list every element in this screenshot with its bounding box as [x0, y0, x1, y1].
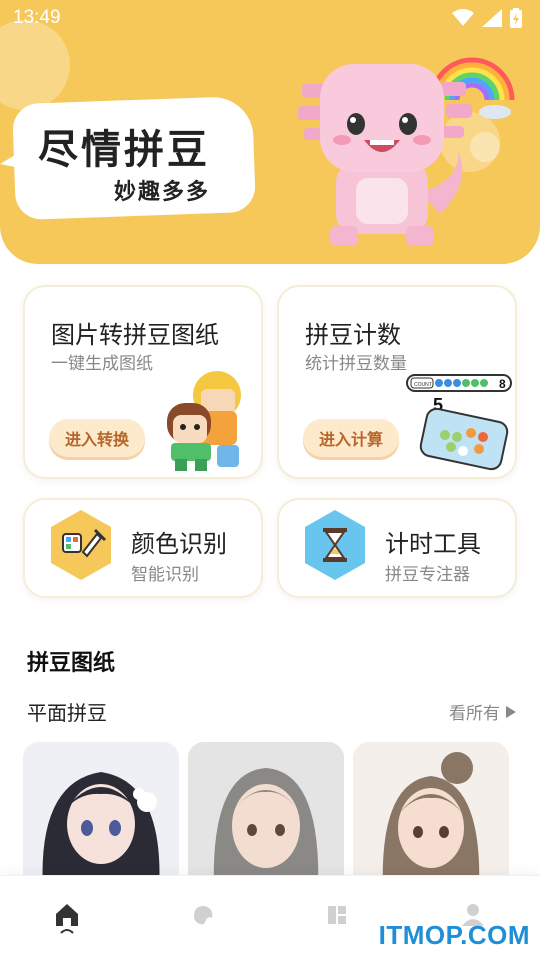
count-subtitle: 统计拼豆数量: [305, 354, 407, 374]
status-bar: 13:49: [0, 0, 540, 36]
pattern-thumbnail[interactable]: [188, 742, 344, 892]
see-all-label: 看所有: [449, 704, 500, 724]
convert-title: 图片转拼豆图纸: [51, 321, 219, 349]
hourglass-icon: [305, 510, 365, 580]
hero-title: 尽情拼豆: [38, 126, 210, 173]
bead-counter-icon: COUNT 8 5: [406, 374, 512, 471]
hero-subtitle: 妙趣多多: [114, 179, 211, 205]
tab-palette-icon[interactable]: [188, 900, 218, 930]
play-arrow-icon: [506, 705, 516, 718]
timer-subtitle: 拼豆专注器: [385, 565, 470, 585]
hero-banner: 尽情拼豆 妙趣多多: [0, 0, 540, 264]
portrait-image: [353, 742, 509, 892]
watermark: ITMOP.COM: [378, 920, 530, 950]
portrait-image: [23, 742, 179, 892]
convert-card[interactable]: 图片转拼豆图纸 一键生成图纸 进入转换: [23, 285, 263, 479]
enter-count-button[interactable]: 进入计算: [303, 419, 400, 457]
enter-convert-button[interactable]: 进入转换: [49, 419, 146, 457]
color-picker-icon: [51, 510, 111, 580]
color-title: 颜色识别: [131, 530, 227, 558]
tab-active-dot: [60, 929, 74, 934]
section-title: 拼豆图纸: [27, 651, 116, 676]
pattern-thumbnail[interactable]: [23, 742, 179, 892]
count-card[interactable]: 拼豆计数 统计拼豆数量 进入计算 COUNT 8 5: [277, 285, 517, 479]
color-subtitle: 智能识别: [131, 565, 199, 585]
see-all-link[interactable]: 看所有: [449, 699, 516, 724]
signal-icon: [482, 9, 502, 27]
status-time: 13:49: [13, 7, 61, 28]
axolotl-mascot-icon: [298, 57, 515, 246]
counter-value: 8: [499, 377, 506, 391]
timer-card[interactable]: 计时工具 拼豆专注器: [277, 498, 517, 598]
tab-home-icon[interactable]: [52, 900, 82, 930]
convert-subtitle: 一键生成图纸: [51, 354, 153, 374]
portrait-image: [188, 742, 344, 892]
tab-grid-icon[interactable]: [322, 900, 352, 930]
timer-title: 计时工具: [385, 530, 481, 558]
color-card[interactable]: 颜色识别 智能识别: [23, 498, 263, 598]
pixel-kids-icon: [167, 371, 241, 471]
wifi-icon: [452, 9, 474, 26]
counter-label: COUNT: [414, 382, 432, 388]
section-subtitle: 平面拼豆: [27, 701, 107, 725]
battery-icon: [510, 8, 522, 28]
count-title: 拼豆计数: [305, 321, 401, 349]
pattern-thumbnail[interactable]: [353, 742, 509, 892]
